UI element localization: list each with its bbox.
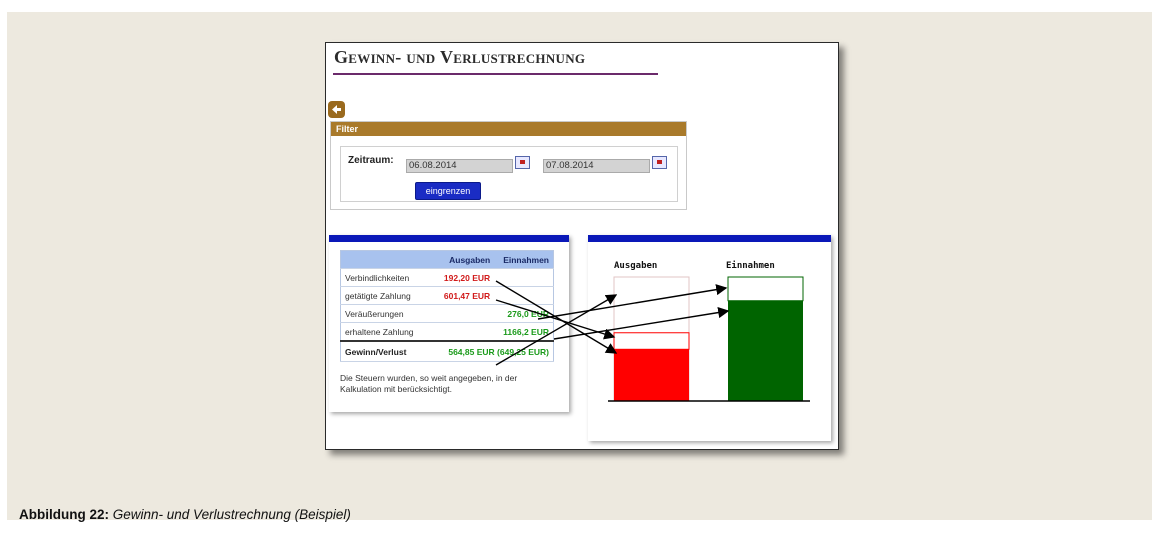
app-screenshot: Gewinn- und Verlustrechnung Filter Zeitr… <box>325 42 839 450</box>
row-label: getätigte Zahlung <box>340 286 435 305</box>
zeitraum-label: Zeitraum: <box>348 155 394 166</box>
calendar-from-icon[interactable] <box>515 156 530 169</box>
row-label: Verbindlichkeiten <box>340 268 435 287</box>
filter-panel: Filter Zeitraum: 06.08.2014 - 07.08.2014… <box>330 121 687 210</box>
table-row: getätigte Zahlung 601,47 EUR <box>340 286 554 305</box>
date-to-input[interactable]: 07.08.2014 <box>543 159 650 173</box>
apply-filter-button[interactable]: eingrenzen <box>415 182 481 200</box>
total-value-cell: 564,85 EUR (649,25 EUR) <box>435 340 554 362</box>
row-ausgaben <box>435 304 495 323</box>
summary-panel-bar <box>329 235 569 242</box>
page-title: Gewinn- und Verlustrechnung <box>334 47 586 67</box>
back-button[interactable] <box>328 101 345 118</box>
filter-header: Filter <box>331 122 686 136</box>
total-label: Gewinn/Verlust <box>340 340 435 362</box>
row-einnahmen: 1166,2 EUR <box>494 322 554 342</box>
table-row: Veräußerungen 276,0 EUR <box>340 304 554 323</box>
tax-note: Die Steuern wurden, so weit angegeben, i… <box>340 373 518 394</box>
filter-form: Zeitraum: 06.08.2014 - 07.08.2014 eingre… <box>340 146 678 202</box>
figure-caption: Abbildung 22: Gewinn- und Verlustrechnun… <box>19 507 351 522</box>
bar-open-einnahmen <box>727 276 804 302</box>
summary-panel: Ausgaben Einnahmen Verbindlichkeiten 192… <box>329 235 569 412</box>
col-ausgaben: Ausgaben <box>435 250 495 269</box>
row-ausgaben <box>435 322 495 342</box>
title-underline <box>333 73 658 75</box>
document-box: Gewinn- und Verlustrechnung Filter Zeitr… <box>7 12 1152 522</box>
summary-table: Ausgaben Einnahmen Verbindlichkeiten 192… <box>340 250 554 362</box>
bar-paid-ausgaben <box>614 349 689 401</box>
bar-paid-einnahmen <box>728 300 803 401</box>
row-ausgaben: 601,47 EUR <box>435 286 495 305</box>
row-einnahmen <box>494 286 554 305</box>
calendar-to-icon[interactable] <box>652 156 667 169</box>
table-row: Verbindlichkeiten 192,20 EUR <box>340 268 554 287</box>
date-from-input[interactable]: 06.08.2014 <box>406 159 513 173</box>
summary-header-row: Ausgaben Einnahmen <box>340 250 554 269</box>
row-label: Veräußerungen <box>340 304 435 323</box>
row-einnahmen: 276,0 EUR <box>494 304 554 323</box>
arrow-left-icon <box>332 105 341 114</box>
row-ausgaben: 192,20 EUR <box>435 268 495 287</box>
total-row: Gewinn/Verlust 564,85 EUR (649,25 EUR) <box>340 340 554 362</box>
bar-open-ausgaben <box>613 332 690 350</box>
total-paren: (649,25 EUR) <box>497 346 549 357</box>
row-einnahmen <box>494 268 554 287</box>
row-label: erhaltene Zahlung <box>340 322 435 342</box>
table-row: erhaltene Zahlung 1166,2 EUR <box>340 322 554 342</box>
chart-panel: Ausgaben Einnahmen <box>588 235 831 441</box>
col-einnahmen: Einnahmen <box>494 250 554 269</box>
caption-label: Abbildung 22: <box>19 507 109 522</box>
caption-text: Gewinn- und Verlustrechnung (Beispiel) <box>112 507 351 522</box>
total-value: 564,85 EUR <box>448 346 495 357</box>
bar-chart <box>608 276 810 402</box>
